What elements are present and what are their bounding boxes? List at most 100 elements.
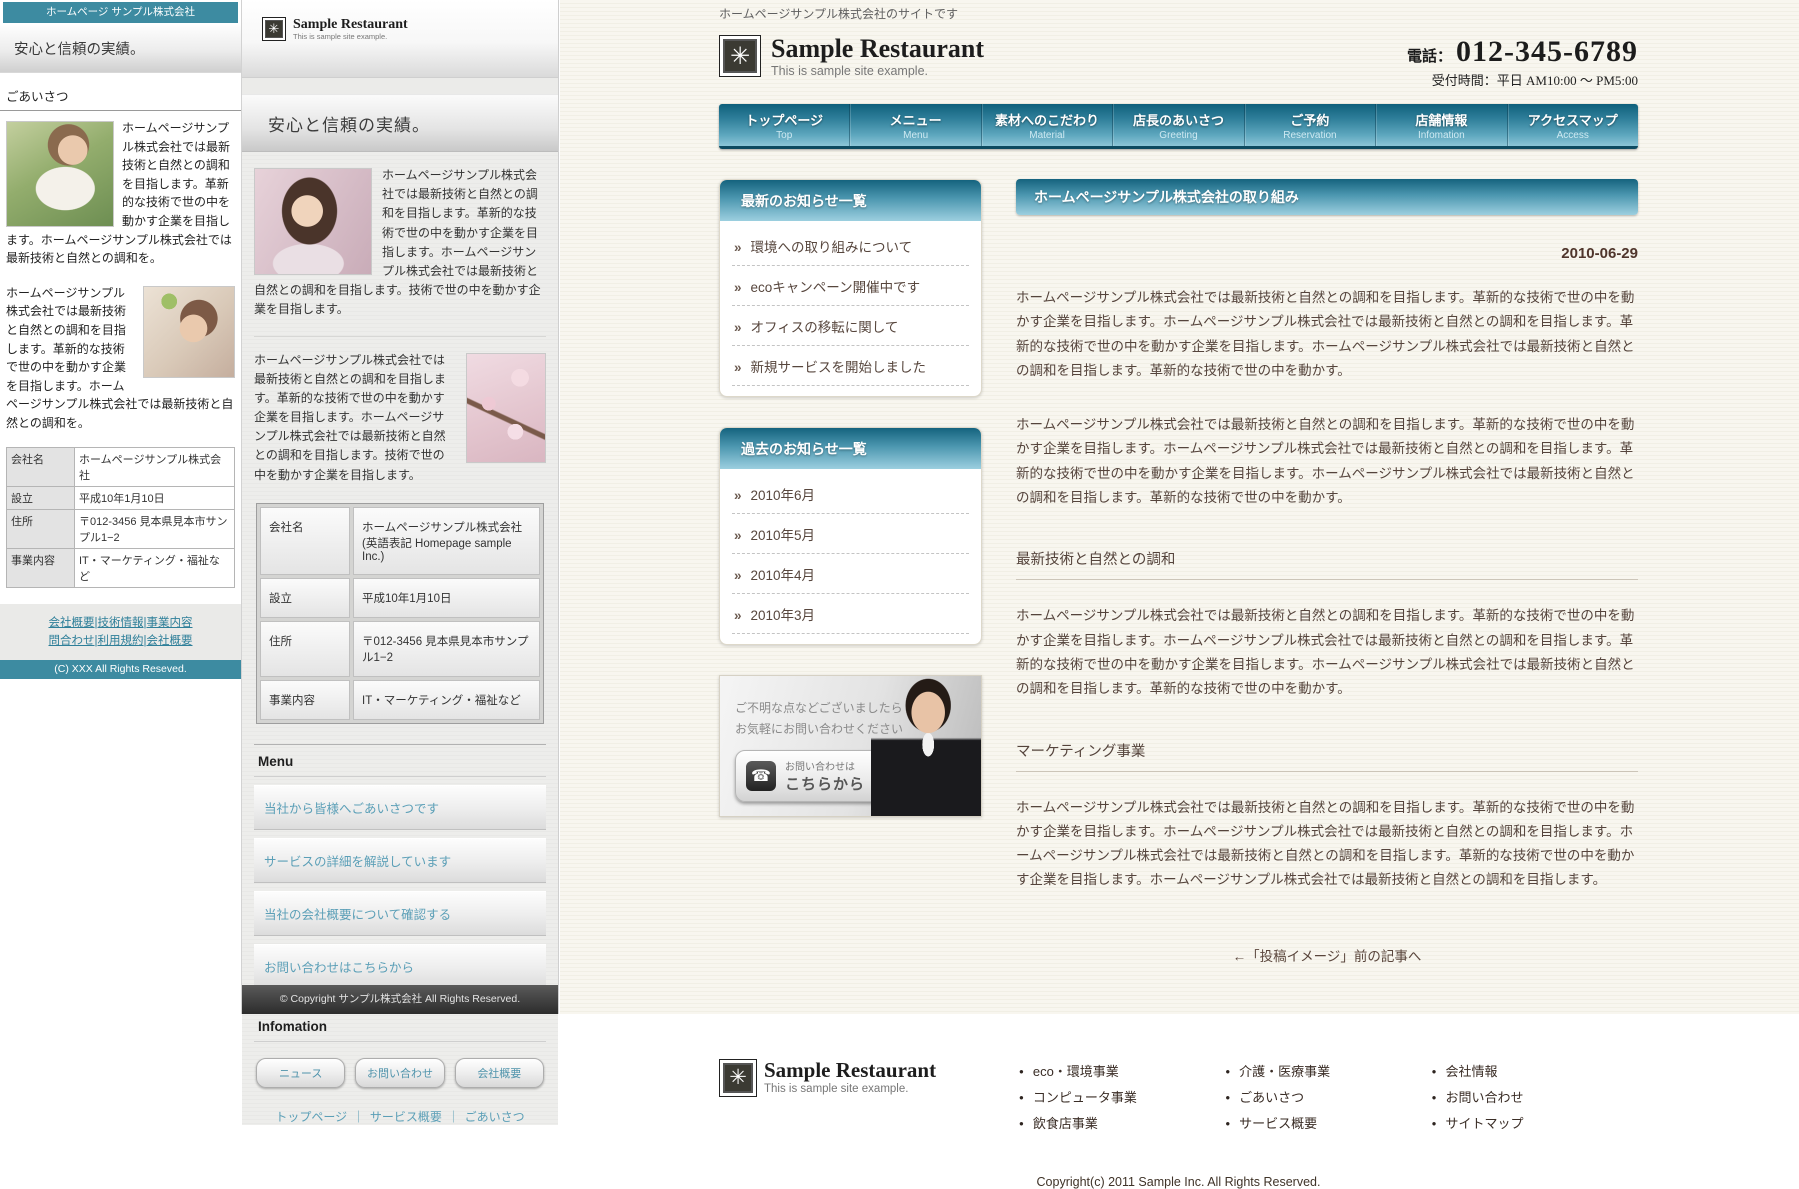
archive-item[interactable]: »2010年5月 <box>732 514 969 554</box>
site-logo[interactable]: ✳ Sample Restaurant This is sample site … <box>719 1059 1019 1097</box>
link-top-page[interactable]: トップページ <box>275 1110 347 1124</box>
nav-label-jp: 素材へのこだわり <box>982 110 1112 129</box>
nav-greeting[interactable]: 店長のあいさつ Greeting <box>1113 104 1244 146</box>
article-paragraph: ホームページサンプル株式会社では最新技術と自然との調和を目指します。革新的な技術… <box>1016 413 1638 510</box>
news-item[interactable]: »新規サービスを開始しました <box>732 346 969 386</box>
bullet-icon: ● <box>1225 1067 1230 1076</box>
table-row: 事業内容 IT・マーケティング・福祉など <box>7 548 235 587</box>
table-value: IT・マーケティング・福祉など <box>353 680 540 720</box>
contact-button[interactable]: お問い合わせ <box>355 1058 444 1088</box>
nav-material[interactable]: 素材へのこだわり Material <box>982 104 1113 146</box>
footer-link-item[interactable]: ●飲食店事業 <box>1019 1111 1225 1137</box>
logo-subtitle: This is sample site example. <box>293 32 408 41</box>
news-item-label: オフィスの移転に関して <box>751 316 899 336</box>
tablet-paragraph: ホームページサンプル株式会社では最新技術と自然との調和を目指します。革新的な技術… <box>254 353 446 482</box>
article-date: 2010-06-29 <box>1016 245 1638 262</box>
archive-title: 過去のお知らせ一覧 <box>720 428 981 469</box>
contact-button-large: こちらから <box>785 773 865 794</box>
contact-banner[interactable]: ご不明な点などございましたら お気軽にお問い合わせください ☎ お問い合わせは … <box>719 675 982 817</box>
contact-banner-button[interactable]: ☎ お問い合わせは こちらから <box>735 750 887 802</box>
nav-label-en: Greeting <box>1113 130 1243 141</box>
phone-number: 012-345-6789 <box>1456 35 1638 69</box>
table-row: 設立 平成10年1月10日 <box>7 486 235 509</box>
menu-item-service[interactable]: サービスの詳細を解説しています <box>254 838 546 883</box>
link-business[interactable]: 事業内容 <box>147 617 193 629</box>
table-value: ホームページサンプル株式会社 (英語表記 Homepage sample Inc… <box>353 507 540 575</box>
chevron-icon: » <box>734 240 742 255</box>
news-item-label: 新規サービスを開始しました <box>751 356 927 376</box>
footer-link-item[interactable]: ●コンピュータ事業 <box>1019 1085 1225 1111</box>
nav-label-en: Material <box>982 130 1112 141</box>
logo-ornament-icon: ✳ <box>719 1059 757 1097</box>
company-name-en: (英語表記 Homepage sample Inc.) <box>362 535 531 563</box>
footer-link-item[interactable]: ●会社情報 <box>1432 1059 1638 1085</box>
table-label: 住所 <box>7 509 75 548</box>
table-value: 〒012-3456 見本県見本市サンプル1−2 <box>75 509 235 548</box>
site-logo[interactable]: ✳ Sample Restaurant This is sample site … <box>262 17 558 41</box>
footer-link-item[interactable]: ● サービス概要 <box>1225 1111 1431 1137</box>
table-value: IT・マーケティング・福祉など <box>75 548 235 587</box>
footer-link-item[interactable]: ●介護・医療事業 <box>1225 1059 1431 1085</box>
logo-title: Sample Restaurant <box>771 35 984 62</box>
menu-item-company[interactable]: 当社の会社概要について確認する <box>254 891 546 936</box>
link-company-overview[interactable]: 会社概要 <box>147 635 193 647</box>
mobile-company-table: 会社名 ホームページサンプル株式会社 設立 平成10年1月10日 住所 〒012… <box>6 447 235 588</box>
menu-item-contact[interactable]: お問い合わせはこちらから <box>254 944 546 989</box>
footer-link-label: 会社情報 <box>1446 1064 1498 1079</box>
news-button[interactable]: ニュース <box>256 1058 345 1088</box>
tablet-copyright: © Copyright サンプル株式会社 All Rights Reserved… <box>242 985 558 1014</box>
footer-link-item[interactable]: ●お問い合わせ <box>1432 1085 1638 1111</box>
footer-links-row: 会社概要|技術情報|事業内容 <box>4 614 237 633</box>
news-item[interactable]: »環境への取り組みについて <box>732 226 969 266</box>
footer-column-services: ●介護・医療事業 ●ごあいさつ ● サービス概要 <box>1225 1059 1431 1137</box>
nav-label-en: Infomation <box>1376 130 1506 141</box>
link-company-overview[interactable]: 会社概要 <box>49 617 95 629</box>
logo-ornament-icon: ✳ <box>719 35 761 77</box>
contact-button-text: お問い合わせは こちらから <box>785 758 865 794</box>
bullet-icon: ● <box>1019 1067 1024 1076</box>
mobile-footer-links: 会社概要|技術情報|事業内容 問合わせ|利用規約|会社概要 <box>0 604 241 661</box>
footer-link-item[interactable]: ●eco・環境事業 <box>1019 1059 1225 1085</box>
nav-label-en: Access <box>1508 130 1638 141</box>
archive-item[interactable]: »2010年3月 <box>732 594 969 634</box>
nav-access[interactable]: アクセスマップ Access <box>1508 104 1638 146</box>
chevron-icon: » <box>734 568 742 583</box>
table-value: 平成10年1月10日 <box>353 578 540 618</box>
link-tech-info[interactable]: 技術情報 <box>98 617 144 629</box>
link-terms[interactable]: 利用規約 <box>98 635 144 647</box>
news-item[interactable]: »ecoキャンペーン開催中です <box>732 266 969 306</box>
link-contact[interactable]: 問合わせ <box>49 635 95 647</box>
footer-link-columns: ●eco・環境事業 ●コンピュータ事業 ●飲食店事業 ●介護・医療事業 ●ごあい… <box>1019 1059 1638 1137</box>
footer-column-business: ●eco・環境事業 ●コンピュータ事業 ●飲食店事業 <box>1019 1059 1225 1137</box>
nav-label-en: Top <box>719 130 849 141</box>
company-button[interactable]: 会社概要 <box>455 1058 544 1088</box>
archive-item[interactable]: »2010年6月 <box>732 474 969 514</box>
nav-shop-info[interactable]: 店舗情報 Infomation <box>1376 104 1507 146</box>
info-buttons: ニュース お問い合わせ 会社概要 <box>256 1058 544 1088</box>
footer-link-label: サービス概要 <box>1239 1116 1317 1131</box>
tablet-tagline: 安心と信頼の実績。 <box>242 94 558 152</box>
cherry-blossom-photo <box>466 353 546 463</box>
table-value: 平成10年1月10日 <box>75 486 235 509</box>
archive-item-label: 2010年3月 <box>751 604 816 624</box>
news-item[interactable]: »オフィスの移転に関して <box>732 306 969 346</box>
footer-link-label: 飲食店事業 <box>1033 1116 1098 1131</box>
table-row: 設立 平成10年1月10日 <box>260 578 540 618</box>
menu-item-greeting[interactable]: 当社から皆様へごあいさつです <box>254 785 546 830</box>
bullet-icon: ● <box>1432 1093 1437 1102</box>
nav-top[interactable]: トップページ Top <box>719 104 850 146</box>
footer-link-item[interactable]: ●サイトマップ <box>1432 1111 1638 1137</box>
link-service-overview[interactable]: サービス概要 <box>370 1110 442 1124</box>
nav-reservation[interactable]: ご予約 Reservation <box>1245 104 1376 146</box>
previous-article-link[interactable]: ←「投稿イメージ」前の記事へ <box>1016 945 1638 965</box>
footer-links-row: 問合わせ|利用規約|会社概要 <box>4 632 237 651</box>
link-greeting[interactable]: ごあいさつ <box>465 1110 525 1124</box>
nav-menu[interactable]: メニュー Menu <box>850 104 981 146</box>
table-label: 設立 <box>7 486 75 509</box>
bullet-icon: ● <box>1225 1119 1230 1128</box>
tablet-bottom-links: トップページ ｜ サービス概要 ｜ ごあいさつ <box>254 1108 546 1125</box>
footer-link-item[interactable]: ●ごあいさつ <box>1225 1085 1431 1111</box>
phone-label: 電話： <box>1407 45 1452 66</box>
site-logo[interactable]: ✳ Sample Restaurant This is sample site … <box>719 35 984 78</box>
archive-item[interactable]: »2010年4月 <box>732 554 969 594</box>
